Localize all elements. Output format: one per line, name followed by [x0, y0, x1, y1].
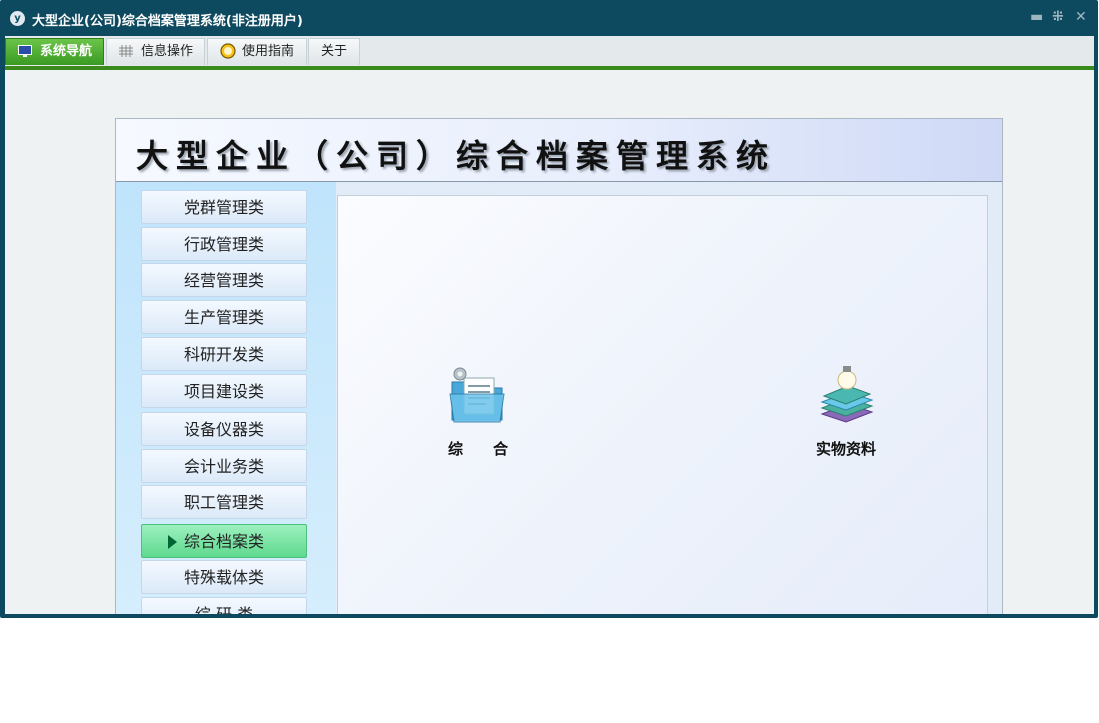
sidebar-item-research[interactable]: 科研开发类	[141, 337, 307, 371]
tab-label: 系统导航	[40, 44, 93, 59]
system-header: 大型企业（公司）综合档案管理系统	[116, 119, 1002, 182]
window-title: 大型企业(公司)综合档案管理系统(非注册用户)	[32, 14, 303, 29]
sidebar-item-staff[interactable]: 职工管理类	[141, 485, 307, 519]
sidebar-item-operations[interactable]: 经营管理类	[141, 263, 307, 297]
tab-user-guide[interactable]: 使用指南	[207, 38, 307, 65]
main-panel: 大型企业（公司）综合档案管理系统 党群管理类 行政管理类 经营管理类 生产管理类…	[115, 118, 1003, 614]
sidebar-item-administration[interactable]: 行政管理类	[141, 227, 307, 261]
page-title: 大型企业（公司）综合档案管理系统	[136, 137, 777, 175]
tab-label: 信息操作	[141, 44, 194, 59]
grid-icon	[119, 45, 133, 57]
title-bar[interactable]: y 大型企业(公司)综合档案管理系统(非注册用户) ▬ ⁜ ✕	[0, 0, 1098, 36]
sidebar-item-partial[interactable]: 综 研 类	[141, 597, 307, 614]
close-icon[interactable]: ✕	[1075, 9, 1087, 25]
selected-arrow-icon	[168, 535, 177, 549]
physical-materials-label: 实物资料	[815, 440, 876, 458]
tab-info-operation[interactable]: 信息操作	[106, 38, 205, 65]
restore-icon[interactable]: ⁜	[1052, 9, 1064, 25]
tab-system-navigation[interactable]: 系统导航	[5, 38, 104, 65]
app-window: y 大型企业(公司)综合档案管理系统(非注册用户) ▬ ⁜ ✕ 系统导航 信息操…	[0, 0, 1098, 618]
tab-label: 使用指南	[242, 44, 295, 59]
books-lightbulb-icon	[820, 366, 874, 423]
category-sidebar: 党群管理类 行政管理类 经营管理类 生产管理类 科研开发类 项目建设类 设备仪器…	[116, 182, 336, 614]
minimize-icon[interactable]: ▬	[1030, 9, 1043, 25]
general-item[interactable]: 综 合	[443, 364, 513, 459]
sidebar-item-label: 综合档案类	[183, 532, 264, 551]
client-area: 系统导航 信息操作 使用指南 关于 大型企业（公司）综合档案管理系统 党群管理类…	[5, 36, 1094, 614]
app-logo-icon: y	[10, 11, 25, 26]
monitor-icon	[18, 45, 32, 57]
folder-document-icon	[449, 367, 505, 423]
clock-icon	[220, 43, 236, 59]
sidebar-item-projects[interactable]: 项目建设类	[141, 374, 307, 408]
physical-materials-item[interactable]: 实物资料	[806, 362, 886, 459]
sidebar-item-general-archive[interactable]: 综合档案类	[141, 524, 307, 558]
tab-about[interactable]: 关于	[308, 38, 360, 65]
general-item-label: 综 合	[447, 440, 508, 458]
tab-label: 关于	[321, 44, 348, 59]
sidebar-item-party[interactable]: 党群管理类	[141, 190, 307, 224]
sidebar-item-production[interactable]: 生产管理类	[141, 300, 307, 334]
sidebar-item-accounting[interactable]: 会计业务类	[141, 449, 307, 483]
sidebar-item-equipment[interactable]: 设备仪器类	[141, 412, 307, 446]
menu-bar: 系统导航 信息操作 使用指南 关于	[5, 36, 1094, 70]
content-area: 综 合 实物资料	[337, 195, 988, 614]
sidebar-item-special-media[interactable]: 特殊载体类	[141, 560, 307, 594]
